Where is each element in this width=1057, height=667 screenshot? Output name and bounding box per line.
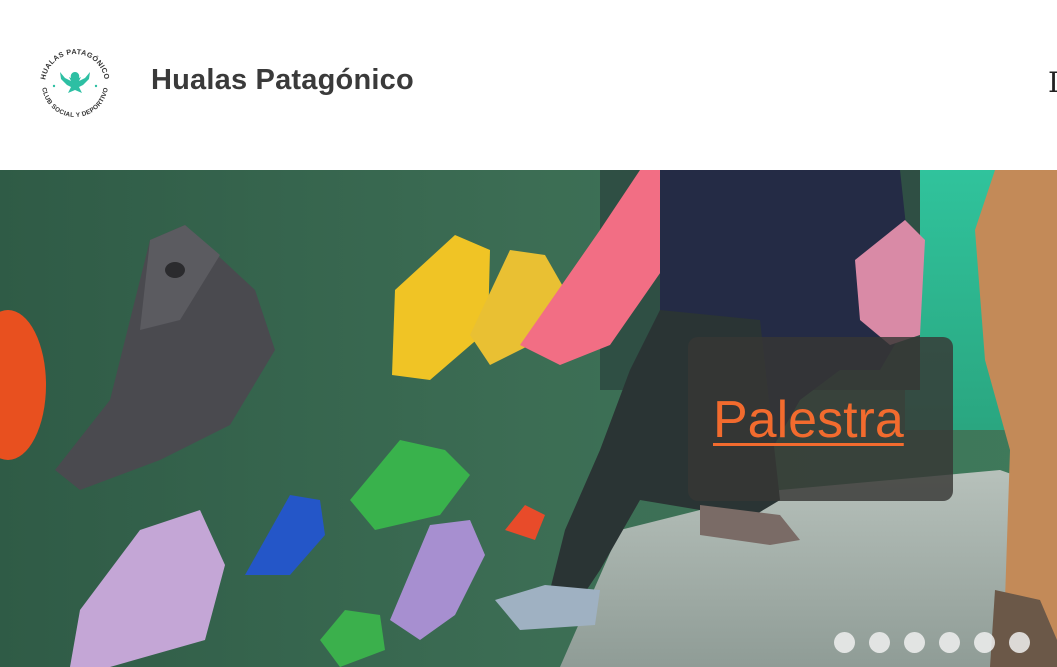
slider-dot-2[interactable] <box>869 632 890 653</box>
nav-menu-partial[interactable]: I <box>1048 66 1057 99</box>
site-title[interactable]: Hualas Patagónico <box>151 64 414 97</box>
slider-dot-1[interactable] <box>834 632 855 653</box>
slider-dot-6[interactable] <box>1009 632 1030 653</box>
site-header: HUALAS PATAGÓNICO CLUB SOCIAL Y DEPORTIV… <box>0 0 1057 170</box>
slider-dot-4[interactable] <box>939 632 960 653</box>
slider-dot-3[interactable] <box>904 632 925 653</box>
slider-dots <box>834 632 1030 654</box>
club-logo[interactable]: HUALAS PATAGÓNICO CLUB SOCIAL Y DEPORTIV… <box>34 44 116 124</box>
hero-caption-link[interactable]: Palestra <box>713 390 904 450</box>
slider-dot-5[interactable] <box>974 632 995 653</box>
